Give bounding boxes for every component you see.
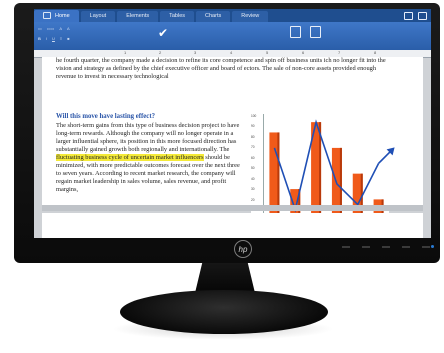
tab-bar: Home Layout Elements Tables Charts Revie… xyxy=(34,9,431,22)
monitor-button[interactable] xyxy=(402,246,410,248)
italic-icon[interactable]: I xyxy=(46,36,47,41)
y-tick: 50 xyxy=(251,166,255,170)
stand-neck xyxy=(195,263,255,293)
check-icon[interactable]: ✔ xyxy=(158,26,168,40)
top-paragraph: he fourth quarter, the company made a de… xyxy=(56,57,386,80)
color-icon[interactable]: ■ xyxy=(67,36,69,41)
format-controls[interactable]: B I U ≡ ■ xyxy=(38,36,70,41)
text-size-down-icon[interactable]: A xyxy=(67,26,70,31)
section-heading: Will this move have lasting effect? xyxy=(56,113,155,120)
font-controls[interactable]: ▭ ▭▭ A A xyxy=(38,26,70,31)
monitor-buttons[interactable] xyxy=(342,246,430,248)
next-page[interactable] xyxy=(42,213,423,238)
monitor-button[interactable] xyxy=(342,246,350,248)
power-led xyxy=(431,245,434,248)
monitor-frame: Home Layout Elements Tables Charts Revie… xyxy=(14,3,440,263)
y-tick: 30 xyxy=(251,187,255,191)
page-gap xyxy=(42,205,423,211)
tab-elements[interactable]: Elements xyxy=(117,11,159,22)
tab-charts[interactable]: Charts xyxy=(196,11,231,22)
y-tick: 80 xyxy=(251,135,255,139)
paste-icon[interactable] xyxy=(290,26,301,38)
y-tick: 60 xyxy=(251,156,255,160)
y-tick: 100 xyxy=(251,114,257,118)
bold-icon[interactable]: B xyxy=(38,36,41,41)
y-tick: 90 xyxy=(251,124,255,128)
document-page[interactable]: he fourth quarter, the company made a de… xyxy=(42,57,423,222)
tab-review[interactable]: Review xyxy=(232,11,269,22)
font-size-control[interactable]: ▭ xyxy=(38,26,42,31)
trash-icon[interactable] xyxy=(418,12,427,20)
stand-base xyxy=(120,290,328,334)
hp-logo: hp xyxy=(234,240,252,258)
tab-tables[interactable]: Tables xyxy=(160,11,195,22)
tab-layout[interactable]: Layout xyxy=(80,11,116,22)
monitor-button[interactable] xyxy=(422,246,430,248)
monitor-button[interactable] xyxy=(362,246,370,248)
highlighted-text: fluctuating business cycle of uncertain … xyxy=(56,154,204,161)
trend-line xyxy=(273,119,380,213)
ribbon-toolbar: ▭ ▭▭ A A B I U ≡ ■ ✔ xyxy=(34,22,431,50)
underline-icon[interactable]: U xyxy=(52,36,55,41)
align-icon[interactable]: ≡ xyxy=(60,36,62,41)
font-list-control[interactable]: ▭▭ xyxy=(47,26,55,31)
home-icon xyxy=(43,12,51,19)
screen: Home Layout Elements Tables Charts Revie… xyxy=(34,9,431,238)
tab-home[interactable]: Home xyxy=(34,10,79,22)
y-tick: 70 xyxy=(251,145,255,149)
window-icon[interactable] xyxy=(404,12,413,20)
y-tick: 40 xyxy=(251,177,255,181)
y-tick: 20 xyxy=(251,198,255,202)
monitor-button[interactable] xyxy=(382,246,390,248)
body-paragraph: The short-term gains from this type of b… xyxy=(56,122,240,193)
image-icon[interactable] xyxy=(310,26,321,38)
text-size-up-icon[interactable]: A xyxy=(59,26,62,31)
